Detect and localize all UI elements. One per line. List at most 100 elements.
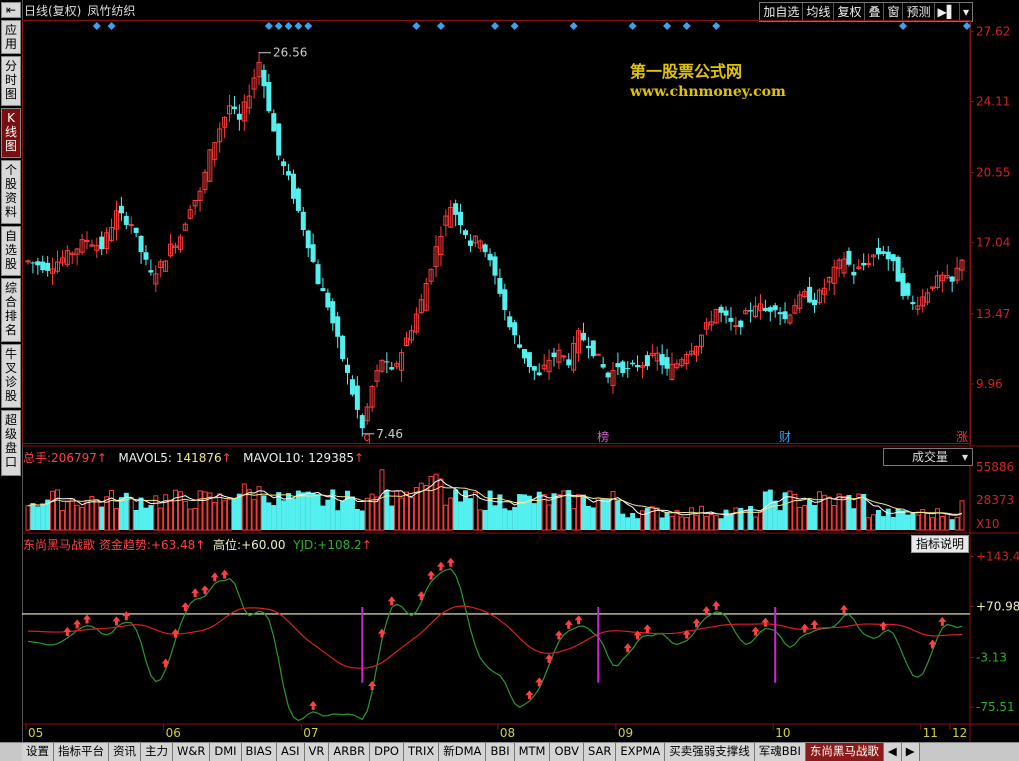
tabs-spacer: [0, 743, 22, 761]
up-arrow-icon: [122, 611, 131, 621]
volume-bar-up: [546, 504, 552, 531]
scroll-left-icon[interactable]: ◀: [883, 743, 902, 761]
candle-down: [123, 215, 129, 225]
volume-bar-up: [256, 486, 262, 531]
volume-bar-up: [743, 510, 749, 531]
sidebar-item-3[interactable]: 个股资料: [1, 160, 21, 224]
candle-down: [880, 251, 886, 254]
candle-down: [300, 211, 306, 230]
tab-5[interactable]: DMI: [210, 743, 242, 761]
volume-bar-up: [404, 491, 410, 531]
diamond-marker-icon: [412, 22, 421, 30]
sidebar-item-5[interactable]: 综合排名: [1, 278, 21, 342]
volume-bar-up: [251, 499, 257, 531]
candle-down: [846, 250, 852, 265]
time-axis-label: 06: [166, 726, 181, 740]
candle-down: [748, 310, 754, 312]
volume-bar-up: [182, 500, 188, 531]
sidebar-item-6[interactable]: 牛叉诊股: [1, 344, 21, 408]
candle-down: [659, 354, 665, 366]
tab-4[interactable]: W&R: [173, 743, 211, 761]
collapse-icon[interactable]: ⇤: [1, 2, 21, 18]
tab-7[interactable]: ASI: [276, 743, 305, 761]
tab-16[interactable]: SAR: [583, 743, 617, 761]
volume-bar-down: [664, 512, 670, 530]
candle-down: [635, 365, 641, 368]
volume-bar-up: [84, 499, 90, 531]
up-arrow-icon: [928, 639, 937, 649]
chart-canvas[interactable]: 27.62 24.11 20.55 17.04 13.47 9.96 26.56 7.46 q 榜…: [22, 0, 1019, 742]
tab-12[interactable]: 新DMA: [439, 743, 487, 761]
scroll-right-icon[interactable]: ▶: [901, 743, 920, 761]
volume-bar-up: [866, 517, 872, 531]
candle-down: [45, 262, 51, 271]
volume-bar-up: [797, 507, 803, 531]
candle-down: [812, 299, 818, 306]
tab-0[interactable]: 设置: [22, 743, 54, 761]
tab-11[interactable]: TRIX: [403, 743, 440, 761]
candle-down: [492, 256, 498, 276]
tab-15[interactable]: OBV: [550, 743, 584, 761]
volume-bar-up: [959, 500, 965, 531]
tab-9[interactable]: ARBR: [329, 743, 371, 761]
left-sidebar: ⇤ 应用分时图K线图个股资料自选股综合排名牛叉诊股超级盘口: [0, 0, 23, 742]
volume-bar-down: [728, 514, 734, 530]
candle-up: [595, 353, 601, 356]
sidebar-item-4[interactable]: 自选股: [1, 226, 21, 276]
candle-down: [526, 352, 532, 367]
tab-3[interactable]: 主力: [141, 743, 173, 761]
volume-bar-up: [187, 508, 193, 531]
tab-14[interactable]: MTM: [514, 743, 551, 761]
sidebar-item-1[interactable]: 分时图: [1, 56, 21, 106]
tab-10[interactable]: DPO: [370, 743, 404, 761]
sidebar-item-7[interactable]: 超级盘口: [1, 410, 21, 476]
volume-bar-down: [517, 494, 523, 530]
sidebar-item-2[interactable]: K线图: [1, 108, 21, 158]
candle-down: [118, 205, 124, 214]
up-arrow-icon: [840, 604, 849, 614]
up-arrow-icon: [309, 700, 318, 710]
tab-2[interactable]: 资讯: [109, 743, 141, 761]
volume-bar-down: [605, 498, 611, 530]
volume-bar-up: [841, 495, 847, 531]
volume-bar-up: [448, 497, 454, 531]
candle-down: [281, 161, 287, 167]
candle-down: [335, 316, 341, 337]
diamond-marker-icon: [628, 22, 637, 30]
volume-bar-down: [99, 506, 105, 530]
sidebar-item-0[interactable]: 应用: [1, 20, 21, 54]
volume-bar-up: [939, 516, 945, 531]
up-arrow-icon: [446, 557, 455, 567]
candle-down: [231, 106, 237, 110]
indicator-help-button[interactable]: 指标说明: [911, 535, 970, 553]
volume-bar-down: [900, 510, 906, 530]
up-arrow-icon: [82, 614, 91, 624]
volume-bar-down: [281, 500, 287, 530]
candle-down: [507, 316, 513, 328]
tab-20[interactable]: 东尚黑马战歌: [805, 743, 884, 761]
volume-bar-down: [625, 517, 631, 530]
candle-up: [128, 224, 134, 227]
volume-bar-down: [315, 494, 321, 530]
tab-19[interactable]: 军魂BBI: [754, 743, 806, 761]
volume-bar-up: [69, 498, 75, 531]
candle-down: [566, 359, 572, 366]
tab-1[interactable]: 指标平台: [54, 743, 109, 761]
event-marker: 涨: [956, 429, 968, 444]
tab-6[interactable]: BIAS: [241, 743, 277, 761]
diamond-marker-icon: [491, 22, 499, 30]
volume-bar-up: [826, 496, 832, 531]
up-arrow-icon: [220, 569, 229, 579]
volume-indicator-dropdown[interactable]: 成交量 ▾: [883, 448, 973, 466]
volume-bar-up: [202, 491, 208, 531]
price-axis-label: 17.04: [976, 236, 1010, 250]
volume-bar-down: [620, 513, 626, 530]
up-arrow-icon: [368, 681, 377, 691]
volume-bar-up: [79, 506, 85, 531]
volume-bar-up: [654, 507, 660, 531]
volume-bar-down: [482, 509, 488, 530]
tab-18[interactable]: 买卖强弱支撑线: [665, 743, 755, 761]
tab-17[interactable]: EXPMA: [616, 743, 666, 761]
tab-13[interactable]: BBI: [486, 743, 515, 761]
tab-8[interactable]: VR: [304, 743, 330, 761]
